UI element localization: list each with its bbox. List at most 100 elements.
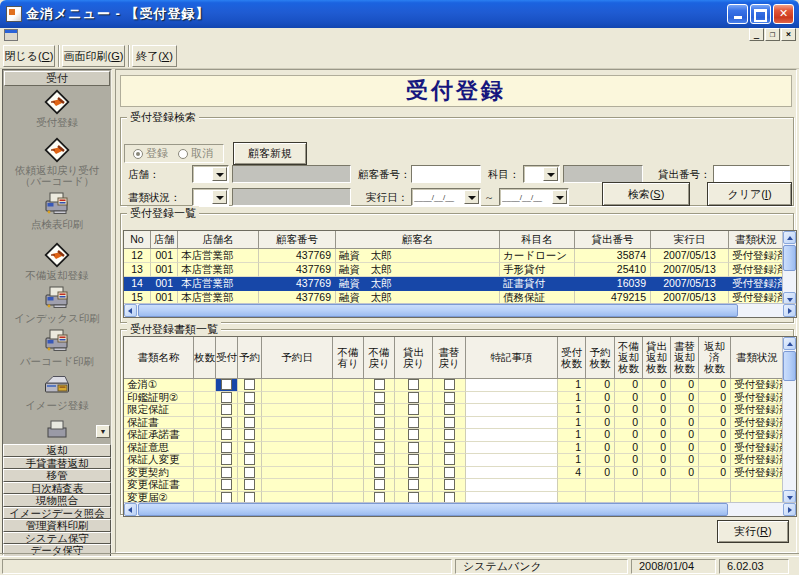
checkbox[interactable] <box>408 479 419 490</box>
checkbox[interactable] <box>444 379 455 390</box>
checkbox[interactable] <box>408 454 419 465</box>
docs-note-cell[interactable] <box>466 479 558 492</box>
sidebar-menu-3[interactable]: 移管 <box>3 469 111 482</box>
clear-button[interactable]: クリア(I) <box>707 182 792 206</box>
docs-note-cell[interactable] <box>466 467 558 480</box>
checkbox[interactable] <box>221 392 232 403</box>
search-button[interactable]: 検索(S) <box>602 182 690 206</box>
docs-note-cell[interactable] <box>466 429 558 442</box>
checkbox[interactable] <box>221 379 232 390</box>
execute-button[interactable]: 実行(R) <box>717 520 789 543</box>
checkbox[interactable] <box>444 404 455 415</box>
docs-hscrollbar[interactable] <box>124 502 796 516</box>
scroll-thumb[interactable] <box>138 304 738 317</box>
subject-combo[interactable] <box>523 165 560 183</box>
docs-note-cell[interactable] <box>466 392 558 405</box>
checkbox[interactable] <box>444 479 455 490</box>
checkbox[interactable] <box>221 467 232 478</box>
sidebar-item-5[interactable]: インデックス印刷 <box>3 285 111 324</box>
scroll-thumb[interactable] <box>783 245 796 271</box>
mdi-minimize-button[interactable]: _ <box>749 28 764 41</box>
docs-note-cell[interactable] <box>466 417 558 430</box>
store-combo[interactable] <box>192 165 229 183</box>
sidebar-item-6[interactable]: バーコード印刷 <box>3 328 111 367</box>
sidebar-menu-1[interactable]: 返却 <box>3 444 111 457</box>
checkbox[interactable] <box>408 379 419 390</box>
docs-note-cell[interactable] <box>466 454 558 467</box>
chevron-down-icon[interactable] <box>543 167 558 181</box>
checkbox[interactable] <box>444 392 455 403</box>
checkbox[interactable] <box>244 404 255 415</box>
checkbox[interactable] <box>408 467 419 478</box>
toolbar-exit-button[interactable]: 終了(X) <box>132 45 177 67</box>
scroll-thumb[interactable] <box>783 351 796 381</box>
list-hscrollbar[interactable] <box>124 303 796 317</box>
checkbox[interactable] <box>221 404 232 415</box>
checkbox[interactable] <box>221 454 232 465</box>
customer-no-input[interactable] <box>411 165 481 183</box>
sidebar-menu-8[interactable]: システム保守 <box>3 532 111 545</box>
docs-vscrollbar[interactable] <box>782 337 796 503</box>
checkbox[interactable] <box>221 479 232 490</box>
chevron-down-icon[interactable] <box>212 167 227 181</box>
new-customer-button[interactable]: 顧客新規 <box>233 142 307 165</box>
checkbox[interactable] <box>408 429 419 440</box>
checkbox[interactable] <box>408 442 419 453</box>
more-dropdown-button[interactable]: ▼ <box>96 425 110 438</box>
checkbox[interactable] <box>244 479 255 490</box>
checkbox[interactable] <box>374 454 385 465</box>
checkbox[interactable] <box>444 454 455 465</box>
checkbox[interactable] <box>408 417 419 428</box>
chevron-down-icon[interactable] <box>464 190 479 204</box>
scroll-right-icon[interactable] <box>783 503 796 516</box>
sidebar-menu-9[interactable]: データ保守 <box>3 544 111 557</box>
sidebar-item-4[interactable]: 不備返却登録 <box>3 242 111 281</box>
toolbar-print-button[interactable]: 画面印刷(G) <box>62 45 125 67</box>
docs-note-cell[interactable] <box>466 442 558 455</box>
exec-date-from-combo[interactable]: ____/__/__ <box>411 188 481 206</box>
docs-note-cell[interactable] <box>466 379 558 392</box>
list-vscrollbar[interactable] <box>782 231 796 305</box>
list-row[interactable]: 14001本店営業部437769融資 太郎証書貸付160392007/05/13… <box>124 277 796 291</box>
sidebar-item-3[interactable]: 点検表印刷 <box>3 191 111 230</box>
scroll-up-icon[interactable] <box>783 231 796 244</box>
checkbox[interactable] <box>374 379 385 390</box>
exec-date-to-combo[interactable]: ____/__/__ <box>499 188 569 206</box>
chevron-down-icon[interactable] <box>552 190 567 204</box>
sidebar-menu-7[interactable]: 管理資料印刷 <box>3 519 111 532</box>
loan-no-input[interactable] <box>713 165 790 183</box>
scroll-thumb[interactable] <box>138 503 728 516</box>
scroll-left-icon[interactable] <box>124 304 137 317</box>
checkbox[interactable] <box>408 392 419 403</box>
checkbox[interactable] <box>374 429 385 440</box>
checkbox[interactable] <box>244 467 255 478</box>
list-row[interactable]: 12001本店営業部437769融資 太郎カードローン358742007/05/… <box>124 249 796 263</box>
checkbox[interactable] <box>221 442 232 453</box>
checkbox[interactable] <box>444 467 455 478</box>
sidebar-item-7[interactable]: イメージ登録 <box>3 372 111 411</box>
minimize-button[interactable] <box>727 4 748 24</box>
sidebar-menu-5[interactable]: 現物照合 <box>3 494 111 507</box>
doc-status-combo[interactable] <box>192 188 229 206</box>
checkbox[interactable] <box>374 404 385 415</box>
sidebar-item-2[interactable]: 依頼返却戻り受付 （バーコード） <box>3 137 111 187</box>
list-row[interactable]: 13001本店営業部437769融資 太郎手形貸付254102007/05/13… <box>124 263 796 277</box>
checkbox[interactable] <box>444 429 455 440</box>
sidebar-menu-4[interactable]: 日次精査表 <box>3 482 111 495</box>
checkbox[interactable] <box>244 454 255 465</box>
checkbox[interactable] <box>444 442 455 453</box>
chevron-down-icon[interactable] <box>212 190 227 204</box>
restore-button[interactable] <box>750 4 771 24</box>
checkbox[interactable] <box>374 442 385 453</box>
checkbox[interactable] <box>244 417 255 428</box>
scroll-right-icon[interactable] <box>783 304 796 317</box>
scroll-left-icon[interactable] <box>124 503 137 516</box>
checkbox[interactable] <box>374 479 385 490</box>
close-button[interactable] <box>773 4 794 24</box>
checkbox[interactable] <box>221 429 232 440</box>
sidebar-menu-6[interactable]: イメージデータ照会 <box>3 507 111 520</box>
sidebar-menu-2[interactable]: 手貸書替返却 <box>3 457 111 470</box>
checkbox[interactable] <box>244 392 255 403</box>
scroll-up-icon[interactable] <box>783 337 796 350</box>
checkbox[interactable] <box>374 392 385 403</box>
